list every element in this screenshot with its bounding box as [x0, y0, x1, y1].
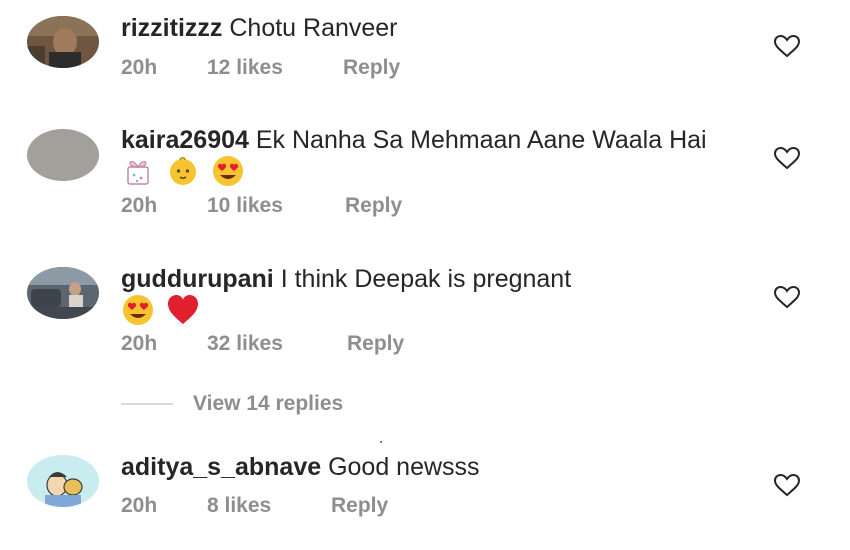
username-link[interactable]: kaira26904	[121, 126, 249, 154]
comment-time: 20h	[121, 194, 158, 217]
baby-emoji-icon	[166, 154, 200, 188]
likes-count[interactable]: 10 likes	[207, 194, 345, 218]
like-heart-icon[interactable]	[773, 473, 801, 497]
comment-time: 20h	[121, 56, 158, 79]
likes-count[interactable]: 8 likes	[207, 494, 331, 518]
username-link[interactable]: aditya_s_abnave	[121, 453, 321, 481]
replies-divider-line	[121, 403, 173, 405]
username-link[interactable]: rizzitizzz	[121, 14, 222, 42]
comment-meta: 20h 12 likes Reply	[121, 56, 400, 80]
avatar[interactable]	[27, 16, 99, 68]
avatar[interactable]	[27, 455, 99, 507]
comment-time: 20h	[121, 494, 158, 517]
comment-body: Good newsss	[328, 453, 480, 481]
comment-meta: 20h 32 likes Reply	[121, 332, 404, 356]
like-heart-icon[interactable]	[773, 146, 801, 170]
like-heart-icon[interactable]	[773, 285, 801, 309]
avatar-photo-guddurupani	[27, 267, 99, 319]
reply-button[interactable]: Reply	[343, 56, 400, 80]
reply-button[interactable]: Reply	[345, 194, 402, 218]
comment-body: Ek Nanha Sa Mehmaan Aane Waala Hai	[255, 126, 707, 154]
avatar[interactable]	[27, 129, 99, 181]
gift-emoji-icon	[121, 154, 155, 188]
likes-count[interactable]: 12 likes	[207, 56, 343, 80]
reply-button[interactable]: Reply	[331, 494, 388, 518]
username-link[interactable]: guddurupani	[121, 265, 274, 293]
comment-body: I think Deepak is pregnant	[280, 265, 572, 293]
view-replies-button[interactable]: View 14 replies	[121, 392, 343, 416]
likes-count[interactable]: 32 likes	[207, 332, 347, 356]
comment-body: Chotu Ranveer	[229, 14, 398, 42]
comment-text: guddurupani I think Deepak is pregnant	[121, 265, 741, 327]
stray-dot	[380, 441, 382, 443]
view-replies-label: View 14 replies	[193, 392, 344, 415]
red-heart-emoji-icon	[166, 293, 200, 327]
avatar-cartoon-aditya	[27, 455, 99, 507]
comment-text: aditya_s_abnave Good newsss	[121, 453, 741, 481]
comment-meta: 20h 10 likes Reply	[121, 194, 402, 218]
heart-eyes-emoji-icon	[121, 293, 155, 327]
avatar[interactable]	[27, 267, 99, 319]
comment-text: rizzitizzz Chotu Ranveer	[121, 14, 741, 42]
like-heart-icon[interactable]	[773, 34, 801, 58]
heart-eyes-emoji-icon	[211, 154, 245, 188]
comment-time: 20h	[121, 332, 158, 355]
avatar-photo-rizzitizzz	[27, 16, 99, 68]
comment-meta: 20h 8 likes Reply	[121, 494, 388, 518]
comment-text: kaira26904 Ek Nanha Sa Mehmaan Aane Waal…	[121, 126, 741, 188]
reply-button[interactable]: Reply	[347, 332, 404, 356]
